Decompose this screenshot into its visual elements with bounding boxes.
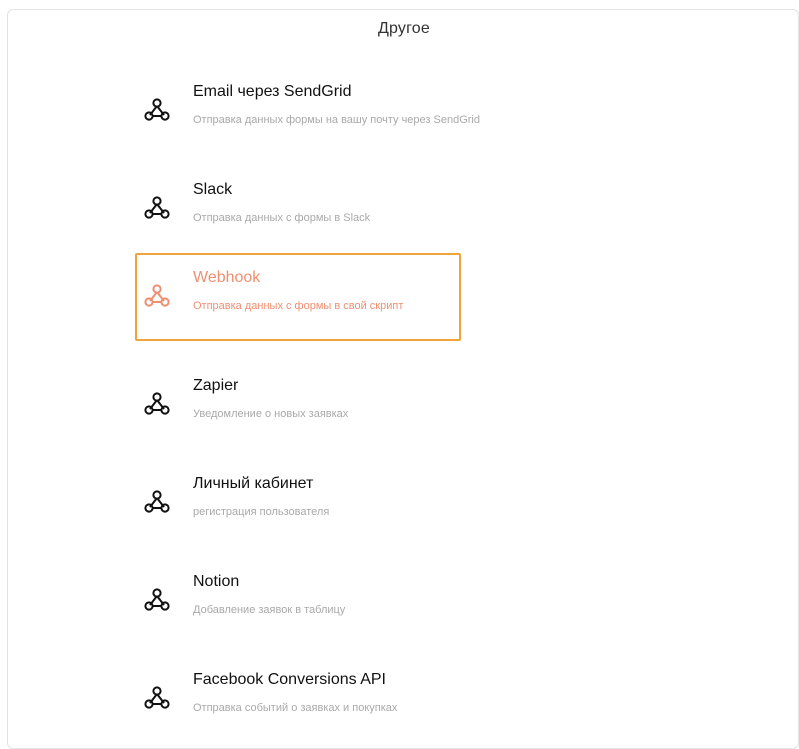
integration-description: Отправка событий о заявках и покупках bbox=[193, 702, 398, 714]
integration-item-sendgrid[interactable]: Email через SendGrid Отправка данных фор… bbox=[135, 67, 480, 151]
integration-title: Facebook Conversions API bbox=[193, 671, 386, 688]
integrations-panel: Другое Email через SendGrid Отправка дан… bbox=[7, 9, 799, 749]
webhook-icon bbox=[143, 95, 171, 123]
integration-title: Личный кабинет bbox=[193, 475, 314, 492]
integration-description: Отправка данных с формы в Slack bbox=[193, 212, 371, 224]
section-title: Другое bbox=[377, 20, 431, 37]
integration-item-personal-account[interactable]: Личный кабинет регистрация пользователя bbox=[135, 459, 461, 543]
webhook-icon bbox=[143, 281, 171, 309]
webhook-icon bbox=[143, 389, 171, 417]
integration-title: Zapier bbox=[193, 377, 239, 394]
webhook-icon bbox=[143, 683, 171, 711]
integration-item-zapier[interactable]: Zapier Уведомление о новых заявках bbox=[135, 361, 461, 445]
integration-item-webhook[interactable]: Webhook Отправка данных с формы в свой с… bbox=[135, 253, 461, 341]
webhook-icon bbox=[143, 487, 171, 515]
integration-item-slack[interactable]: Slack Отправка данных с формы в Slack bbox=[135, 165, 461, 249]
integration-title: Webhook bbox=[193, 269, 261, 286]
integration-description: Уведомление о новых заявках bbox=[193, 408, 349, 420]
integration-title: Email через SendGrid bbox=[193, 83, 352, 100]
integration-item-facebook-conversions[interactable]: Facebook Conversions API Отправка событи… bbox=[135, 655, 461, 739]
integration-item-notion[interactable]: Notion Добавление заявок в таблицу bbox=[135, 557, 461, 641]
integration-title: Notion bbox=[193, 573, 240, 590]
integration-description: Отправка данных с формы в свой скрипт bbox=[193, 300, 404, 312]
integration-description: Отправка данных формы на вашу почту чере… bbox=[193, 114, 480, 126]
webhook-icon bbox=[143, 193, 171, 221]
integration-title: Slack bbox=[193, 181, 233, 198]
webhook-icon bbox=[143, 585, 171, 613]
integration-description: Добавление заявок в таблицу bbox=[193, 604, 346, 616]
integration-description: регистрация пользователя bbox=[193, 506, 330, 518]
